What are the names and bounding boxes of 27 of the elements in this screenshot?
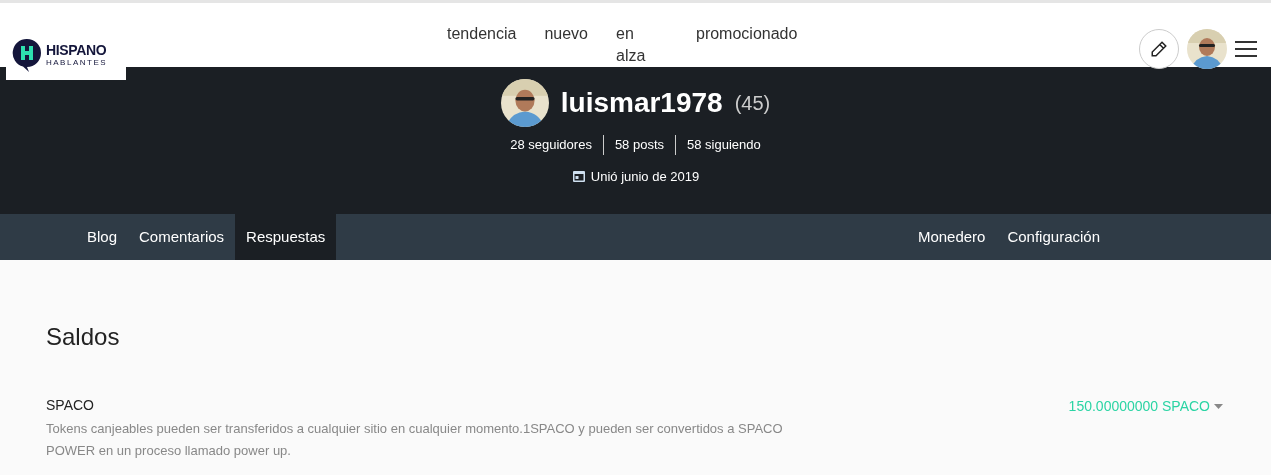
profile-stat[interactable]: 28 seguidores bbox=[499, 135, 603, 155]
profile-tab[interactable]: Blog bbox=[76, 214, 129, 260]
nav-link[interactable]: en alza bbox=[616, 23, 656, 67]
speech-bubble-icon bbox=[12, 38, 42, 72]
profile-tab[interactable]: Comentarios bbox=[128, 214, 236, 260]
pencil-icon bbox=[1150, 40, 1168, 58]
reputation: (45) bbox=[734, 91, 771, 116]
menu-icon[interactable] bbox=[1235, 40, 1257, 58]
profile-tab[interactable]: Respuestas bbox=[235, 214, 337, 260]
profile-stat[interactable]: 58 posts bbox=[602, 135, 676, 155]
profile-stat[interactable]: 58 siguiendo bbox=[675, 135, 772, 155]
token-description: Tokens canjeables pueden ser transferidos a cualquier sitio en cualquier momento.1SPACO y pueden ser convertidos a SPACO POWER en un proceso llamado power up. bbox=[46, 420, 784, 460]
profile-tab[interactable]: Configuración bbox=[996, 214, 1111, 260]
nav-link[interactable]: promocionado bbox=[696, 23, 798, 45]
logo-subtitle: HABLANTES bbox=[46, 59, 108, 67]
profile-tab[interactable]: Monedero bbox=[906, 214, 997, 260]
join-date: Unió junio de 2019 bbox=[590, 167, 700, 186]
caret-icon bbox=[1214, 403, 1223, 409]
nav-link[interactable]: nuevo bbox=[544, 23, 588, 45]
profile-avatar bbox=[500, 79, 549, 127]
token-name: SPACO bbox=[46, 396, 95, 415]
edit-button[interactable] bbox=[1139, 29, 1179, 69]
section-title: Saldos bbox=[46, 322, 121, 352]
nav-link[interactable]: tendencia bbox=[447, 23, 517, 45]
calendar-icon bbox=[571, 169, 586, 184]
username: luismar1978 bbox=[560, 86, 723, 120]
logo-title: HISPANO bbox=[46, 43, 108, 57]
